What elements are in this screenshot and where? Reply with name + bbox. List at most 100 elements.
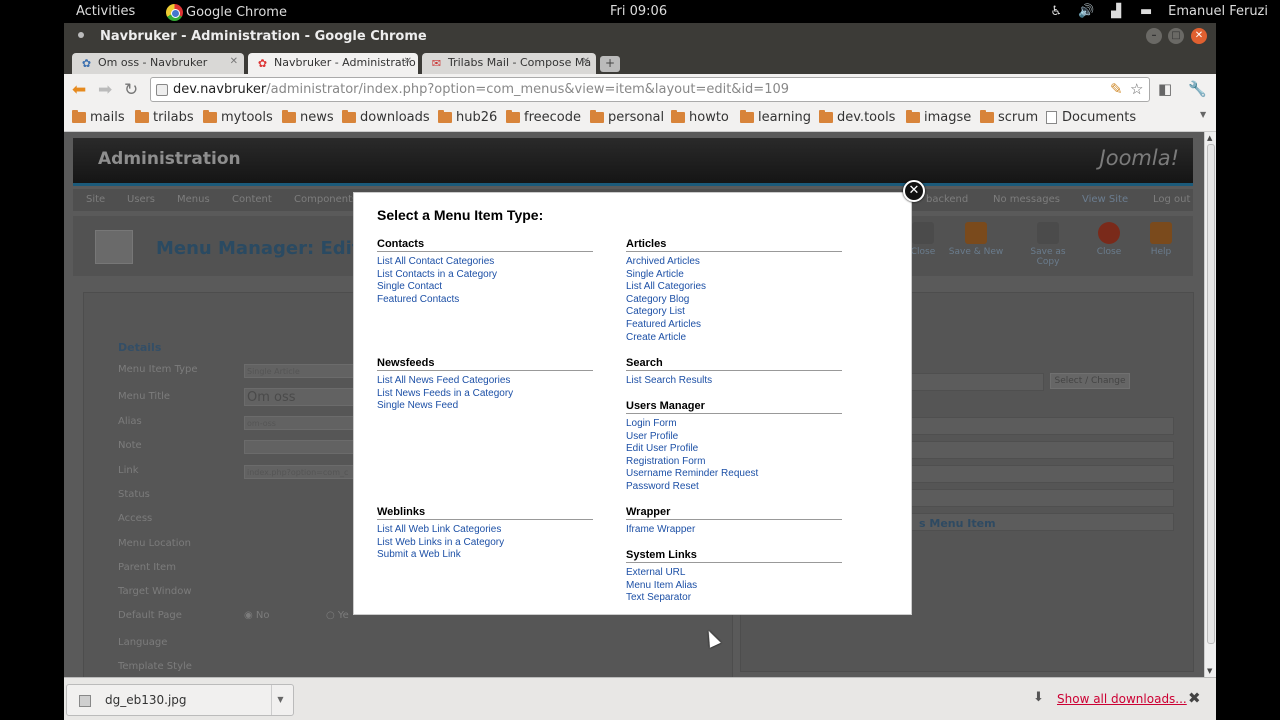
note-field[interactable] <box>244 440 354 454</box>
save-copy-button[interactable]: Save as Copy <box>1018 222 1078 267</box>
link-edit-user-profile[interactable]: Edit User Profile <box>626 443 842 456</box>
default-no-radio[interactable]: ◉ No <box>244 610 270 621</box>
accessibility-icon[interactable]: ♿ <box>1048 4 1064 19</box>
alias-field[interactable]: om-oss <box>244 416 354 430</box>
bookmark-trilabs[interactable]: trilabs <box>135 110 194 125</box>
link-list-all-contact-categories[interactable]: List All Contact Categories <box>377 256 593 269</box>
menu-item-type-field[interactable]: Single Article <box>244 364 354 378</box>
link-list-web-links-in-category[interactable]: List Web Links in a Category <box>377 537 593 550</box>
download-item[interactable]: dg_eb130.jpg ▼ <box>66 684 294 716</box>
tab-administration[interactable]: ✿ Navbruker - Administratio ✕ <box>248 53 418 74</box>
link-featured-contacts[interactable]: Featured Contacts <box>377 294 593 307</box>
link-list-news-feeds-in-category[interactable]: List News Feeds in a Category <box>377 388 593 401</box>
page-scrollbar[interactable]: ▲ ▼ <box>1204 132 1216 677</box>
link-category-list[interactable]: Category List <box>626 306 842 319</box>
link-single-news-feed[interactable]: Single News Feed <box>377 400 593 413</box>
link-submit-web-link[interactable]: Submit a Web Link <box>377 549 593 562</box>
default-yes-radio[interactable]: ○ Ye <box>326 610 349 621</box>
link-create-article[interactable]: Create Article <box>626 332 842 345</box>
page-menu-icon[interactable]: ◧ <box>1158 80 1172 98</box>
user-menu[interactable]: Emanuel Feruzi <box>1168 4 1268 19</box>
bookmark-documents[interactable]: Documents <box>1046 110 1136 125</box>
link-menu-item-alias[interactable]: Menu Item Alias <box>626 580 842 593</box>
menu-menus[interactable]: Menus <box>177 194 210 205</box>
forward-arrow-icon[interactable]: ➡ <box>98 80 112 100</box>
battery-icon[interactable]: ▬ <box>1138 4 1154 19</box>
menu-site[interactable]: Site <box>86 194 105 205</box>
link-list-all-news-feed-categories[interactable]: List All News Feed Categories <box>377 375 593 388</box>
link-external-url[interactable]: External URL <box>626 567 842 580</box>
scroll-up-icon[interactable]: ▲ <box>1207 134 1212 142</box>
menu-title-field[interactable]: Om oss <box>244 388 354 406</box>
star-icon[interactable]: ☆ <box>1130 80 1143 98</box>
bookmark-hub26[interactable]: hub26 <box>438 110 497 125</box>
tab-close-icon[interactable]: ✕ <box>404 56 412 67</box>
link-list-all-categories[interactable]: List All Categories <box>626 281 842 294</box>
link-registration-form[interactable]: Registration Form <box>626 456 842 469</box>
new-tab-button[interactable]: + <box>600 56 620 72</box>
address-bar[interactable]: dev.navbruker/administrator/index.php?op… <box>150 77 1150 102</box>
bookmark-news[interactable]: news <box>282 110 334 125</box>
bookmark-mytools[interactable]: mytools <box>203 110 273 125</box>
extension-icon[interactable]: ✎ <box>1110 80 1123 98</box>
app-menu[interactable]: Google Chrome <box>166 4 287 21</box>
bookmark-imagse[interactable]: imagse <box>906 110 971 125</box>
link-password-reset[interactable]: Password Reset <box>626 481 842 494</box>
wrench-icon[interactable]: 🔧 <box>1188 80 1207 98</box>
close-downloads-icon[interactable]: ✖ <box>1188 689 1201 707</box>
menu-components[interactable]: Components <box>294 194 357 205</box>
scrollbar-thumb[interactable] <box>1207 144 1215 644</box>
modal-close-icon[interactable]: ✕ <box>903 180 925 202</box>
link-category-blog[interactable]: Category Blog <box>626 294 842 307</box>
link-iframe-wrapper[interactable]: Iframe Wrapper <box>626 524 842 537</box>
link-list-search-results[interactable]: List Search Results <box>626 375 842 388</box>
link-single-article[interactable]: Single Article <box>626 269 842 282</box>
back-arrow-icon[interactable]: ⬅ <box>72 80 86 100</box>
view-site-link[interactable]: View Site <box>1082 194 1128 205</box>
bookmarks-overflow-icon[interactable]: ▼ <box>1200 110 1206 119</box>
messages-status[interactable]: No messages <box>993 194 1060 205</box>
template-field[interactable] <box>904 373 1044 391</box>
menu-users[interactable]: Users <box>127 194 155 205</box>
link-text-separator[interactable]: Text Separator <box>626 592 842 605</box>
download-menu-icon[interactable]: ▼ <box>271 685 289 715</box>
clock[interactable]: Fri 09:06 <box>610 4 667 19</box>
link-featured-articles[interactable]: Featured Articles <box>626 319 842 332</box>
backend-link[interactable]: backend <box>926 194 968 205</box>
help-button[interactable]: Help <box>1131 222 1191 257</box>
window-menu-dot[interactable] <box>78 32 84 38</box>
logout-link[interactable]: Log out <box>1153 194 1190 205</box>
link-field[interactable]: index.php?option=com_c <box>244 465 354 479</box>
tab-trilabs-mail[interactable]: ✉ Trilabs Mail - Compose Ma ✕ <box>422 53 596 74</box>
volume-icon[interactable]: 🔊 <box>1078 4 1094 19</box>
tab-om-oss[interactable]: ✿ Om oss - Navbruker ✕ <box>72 53 244 74</box>
tab-close-icon[interactable]: ✕ <box>230 56 238 67</box>
menu-content[interactable]: Content <box>232 194 272 205</box>
bookmark-mails[interactable]: mails <box>72 110 125 125</box>
link-archived-articles[interactable]: Archived Articles <box>626 256 842 269</box>
maximize-button[interactable]: □ <box>1168 28 1184 44</box>
link-username-reminder-request[interactable]: Username Reminder Request <box>626 468 842 481</box>
link-user-profile[interactable]: User Profile <box>626 431 842 444</box>
minimize-button[interactable]: – <box>1146 28 1162 44</box>
link-list-contacts-in-category[interactable]: List Contacts in a Category <box>377 269 593 282</box>
activities-button[interactable]: Activities <box>76 4 135 19</box>
show-all-downloads-link[interactable]: Show all downloads... <box>1057 692 1187 706</box>
select-change-button[interactable]: Select / Change <box>1050 373 1130 389</box>
network-icon[interactable]: ▟ <box>1108 4 1124 19</box>
bookmark-learning[interactable]: learning <box>740 110 811 125</box>
reload-icon[interactable]: ↻ <box>124 80 138 100</box>
cancel-button[interactable]: Close <box>1079 222 1139 257</box>
bookmark-scrum[interactable]: scrum <box>980 110 1038 125</box>
link-list-all-web-link-categories[interactable]: List All Web Link Categories <box>377 524 593 537</box>
close-window-button[interactable]: ✕ <box>1191 28 1207 44</box>
tab-close-icon[interactable]: ✕ <box>582 56 590 67</box>
scroll-down-icon[interactable]: ▼ <box>1207 667 1212 675</box>
bookmark-howto[interactable]: howto <box>671 110 729 125</box>
bookmark-freecode[interactable]: freecode <box>506 110 581 125</box>
bookmark-downloads[interactable]: downloads <box>342 110 430 125</box>
link-login-form[interactable]: Login Form <box>626 418 842 431</box>
bookmark-personal[interactable]: personal <box>590 110 664 125</box>
link-single-contact[interactable]: Single Contact <box>377 281 593 294</box>
save-new-button[interactable]: Save & New <box>946 222 1006 257</box>
